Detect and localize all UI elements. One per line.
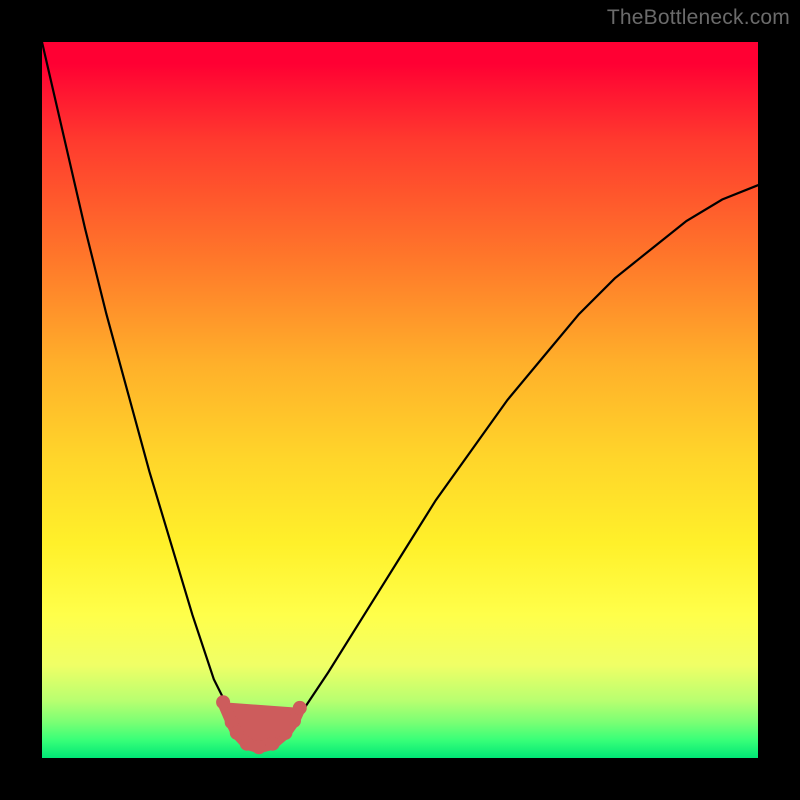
marker-dot <box>252 740 266 754</box>
marker-dot <box>230 726 244 740</box>
watermark-text: TheBottleneck.com <box>607 6 790 30</box>
marker-dot <box>293 701 307 715</box>
plot-area <box>42 42 758 758</box>
chart-svg <box>42 42 758 758</box>
marker-dot <box>240 737 254 751</box>
marker-dot <box>278 726 292 740</box>
bottleneck-curve <box>42 42 758 744</box>
marker-dot <box>266 737 280 751</box>
marker-dot <box>287 714 301 728</box>
marker-dot <box>216 695 230 709</box>
chart-frame: TheBottleneck.com <box>0 0 800 800</box>
